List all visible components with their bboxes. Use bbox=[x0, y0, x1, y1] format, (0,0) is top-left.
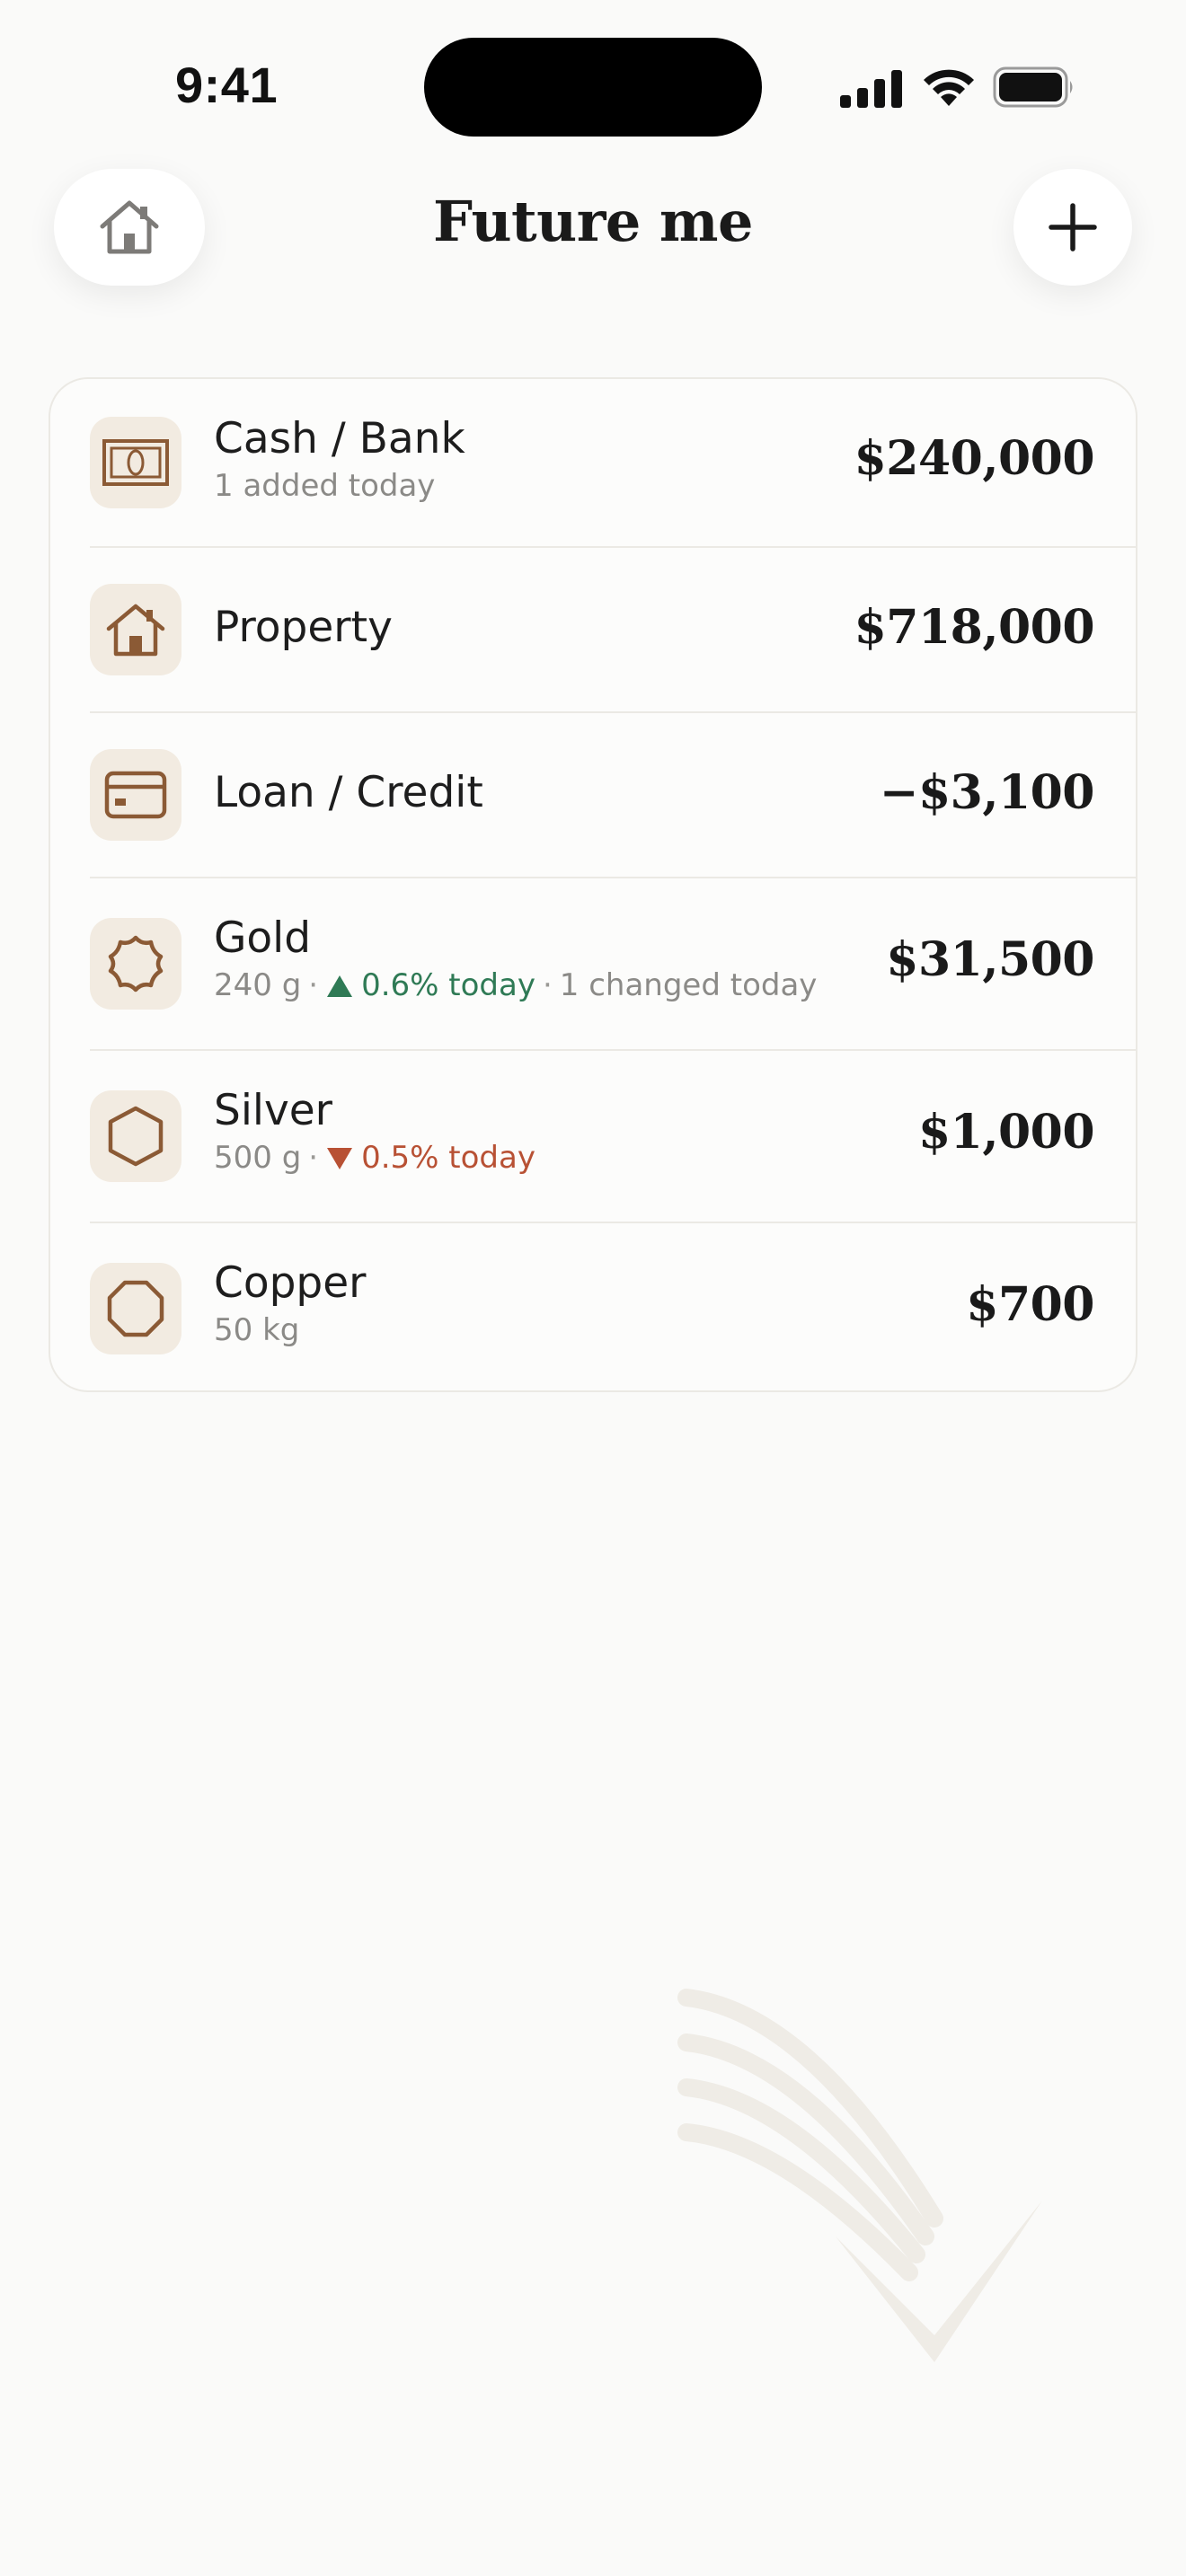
separator-dot: · bbox=[308, 967, 319, 1004]
octagon-icon bbox=[107, 1280, 164, 1337]
asset-row-cash[interactable]: Cash / Bank 1 added today $240,000 bbox=[50, 379, 1136, 546]
asset-name: Gold bbox=[214, 913, 312, 963]
asset-subtitle: 500 g · 0.5% today bbox=[214, 1140, 535, 1177]
dynamic-island bbox=[424, 38, 762, 137]
asset-value: $1,000 bbox=[917, 1105, 1095, 1160]
banknote-icon bbox=[102, 439, 169, 486]
wifi-icon bbox=[924, 69, 974, 106]
asset-subtitle: 240 g · 0.6% today · 1 changed today bbox=[214, 967, 818, 1004]
price-change-text: 0.6% today bbox=[361, 967, 535, 1004]
signal-icon bbox=[840, 70, 902, 108]
asset-quantity: 240 g bbox=[214, 967, 302, 1004]
asset-value: −$3,100 bbox=[879, 765, 1095, 820]
separator-dot: · bbox=[308, 1140, 319, 1177]
checkmark-watermark-icon bbox=[677, 1989, 1042, 2362]
house-icon bbox=[106, 604, 165, 657]
asset-name: Loan / Credit bbox=[214, 768, 483, 817]
status-time: 9:41 bbox=[175, 57, 279, 113]
add-button[interactable] bbox=[1013, 169, 1132, 286]
plus-icon bbox=[1049, 203, 1097, 251]
price-change: 0.6% today bbox=[325, 967, 535, 1004]
price-change-text: 0.5% today bbox=[361, 1140, 535, 1177]
asset-row-property[interactable]: Property $718,000 bbox=[50, 548, 1136, 711]
credit-card-icon bbox=[104, 771, 167, 819]
asset-quantity: 500 g bbox=[214, 1140, 302, 1177]
asset-note: 1 changed today bbox=[559, 967, 818, 1004]
assets-list: Cash / Bank 1 added today $240,000 Prope… bbox=[49, 377, 1137, 1392]
asset-value: $700 bbox=[966, 1277, 1094, 1332]
arrow-down-icon bbox=[327, 1147, 353, 1169]
price-change: 0.5% today bbox=[325, 1140, 535, 1177]
asset-row-loan[interactable]: Loan / Credit −$3,100 bbox=[50, 713, 1136, 877]
screen: 9:41 Future me Cash / Bank 1 added today… bbox=[0, 0, 1186, 2576]
asset-row-copper[interactable]: Copper 50 kg $700 bbox=[50, 1223, 1136, 1392]
asset-subtitle: 50 kg bbox=[214, 1312, 300, 1349]
asset-name: Property bbox=[214, 603, 393, 652]
hexagon-icon bbox=[108, 1106, 164, 1167]
asset-value: $31,500 bbox=[886, 932, 1094, 987]
battery-icon bbox=[993, 66, 1073, 108]
arrow-up-icon bbox=[327, 975, 353, 997]
asset-name: Silver bbox=[214, 1086, 333, 1135]
asset-row-gold[interactable]: Gold 240 g · 0.6% today · 1 changed toda… bbox=[50, 878, 1136, 1049]
asset-subtitle: 1 added today bbox=[214, 468, 436, 505]
asset-row-silver[interactable]: Silver 500 g · 0.5% today $1,000 bbox=[50, 1051, 1136, 1222]
asset-value: $240,000 bbox=[854, 431, 1095, 486]
separator-dot: · bbox=[542, 967, 553, 1004]
gold-seal-icon bbox=[108, 935, 164, 992]
asset-value: $718,000 bbox=[854, 600, 1095, 655]
page-title: Future me bbox=[433, 189, 753, 254]
asset-name: Cash / Bank bbox=[214, 414, 465, 463]
asset-name: Copper bbox=[214, 1258, 367, 1308]
